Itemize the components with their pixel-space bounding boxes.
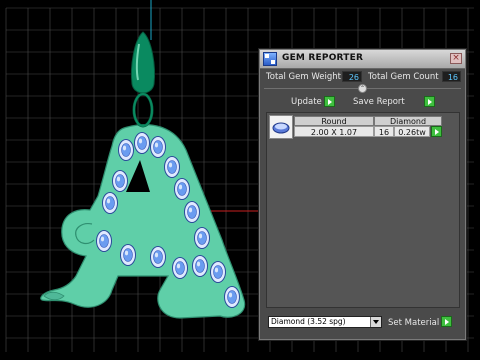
set-material-label: Set Material [388,318,440,328]
total-gem-weight-value: 26 [342,71,362,82]
gem-stone[interactable] [164,156,180,178]
chevron-down-icon[interactable] [370,317,381,327]
column-header-shape: Round [294,116,374,126]
gem-count-cell: 16 [374,126,394,137]
gem-stone[interactable] [210,261,226,283]
gem-stone[interactable] [112,170,128,192]
total-gem-count-value: 16 [442,71,461,82]
gem-reporter-panel[interactable]: GEM REPORTER × Total Gem Weight 26 Total… [259,49,466,340]
gem-weight-cell: 0.26tw [394,126,430,137]
material-select[interactable]: Diamond (3.52 spg) [268,316,382,328]
gem-list[interactable]: Round Diamond 2.00 X 1.07 16 0.26tw [266,112,460,308]
gem-stone[interactable] [96,230,112,252]
column-header-stone: Diamond [374,116,442,126]
save-report-button[interactable] [424,96,435,107]
collapse-arrow-icon[interactable]: ⌃ [358,84,367,93]
gem-stone[interactable] [224,286,240,308]
gem-stone[interactable] [172,257,188,279]
gem-reporter-app-icon [263,52,277,66]
update-button-label: Update [291,97,322,107]
update-button[interactable] [324,96,335,107]
gem-stone[interactable] [118,139,134,161]
gem-stone[interactable] [184,201,200,223]
pendant-bail[interactable] [131,31,155,128]
round-gem-icon[interactable] [269,115,293,139]
gem-stone[interactable] [150,246,166,268]
gem-stone[interactable] [150,136,166,158]
gem-stone[interactable] [120,244,136,266]
total-gem-weight-label: Total Gem Weight [266,72,341,82]
set-material-button[interactable] [441,316,452,327]
gem-stone[interactable] [192,255,208,277]
gem-stone[interactable] [194,227,210,249]
total-gem-count-label: Total Gem Count [368,72,439,82]
save-report-label: Save Report [353,97,405,107]
panel-title: GEM REPORTER [282,53,364,63]
gem-stone[interactable] [134,132,150,154]
gem-size-cell: 2.00 X 1.07 [294,126,374,137]
close-icon[interactable]: × [450,53,462,64]
gem-row-play-icon[interactable] [431,126,442,137]
gem-stone[interactable] [174,178,190,200]
panel-titlebar[interactable]: GEM REPORTER × [260,50,465,69]
material-select-value: Diamond (3.52 spg) [271,317,346,326]
gem-stone[interactable] [102,192,118,214]
